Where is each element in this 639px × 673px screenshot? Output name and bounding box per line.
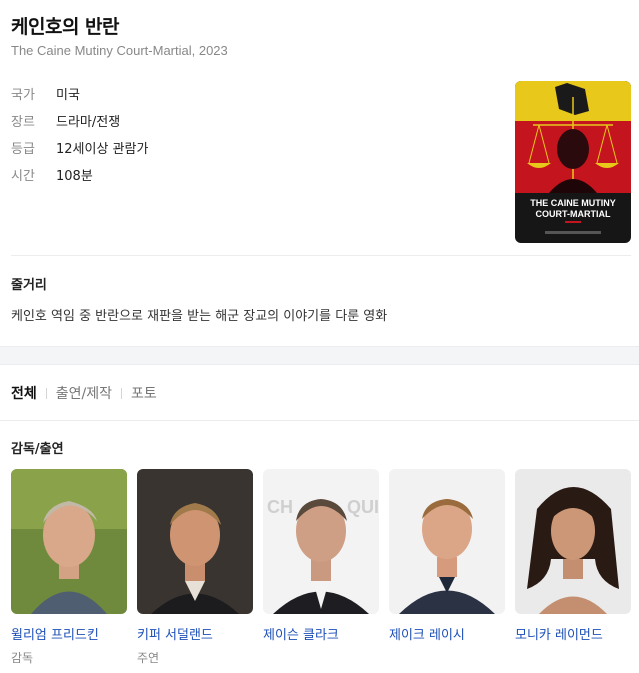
info-key: 국가 — [11, 88, 35, 103]
cast-list: 윌리엄 프리드킨 감독 키퍼 서덜랜드 주연 CH QUI 제이슨 클라크 제이… — [11, 469, 631, 666]
person-name[interactable]: 키퍼 서덜랜드 — [137, 624, 253, 643]
synopsis-heading: 줄거리 — [11, 278, 47, 293]
info-value: 108분 — [56, 169, 93, 184]
person-photo[interactable] — [515, 469, 631, 614]
tab-all[interactable]: 전체 — [11, 383, 37, 403]
person-name[interactable]: 제이슨 클라크 — [263, 624, 379, 643]
info-row-runtime: 시간 108분 — [11, 161, 148, 188]
section-band — [0, 346, 639, 365]
cast-card[interactable]: 모니카 레이먼드 — [515, 469, 631, 666]
person-name[interactable]: 모니카 레이먼드 — [515, 624, 631, 643]
svg-text:CH: CH — [267, 497, 293, 517]
info-key: 시간 — [11, 169, 35, 184]
poster-title-line1: THE CAINE MUTINY — [530, 198, 616, 208]
synopsis-text: 케인호 역임 중 반란으로 재판을 받는 해군 장교의 이야기를 다룬 영화 — [11, 309, 388, 324]
cast-card[interactable]: 제이크 레이시 — [389, 469, 505, 666]
person-name[interactable]: 윌리엄 프리드킨 — [11, 624, 127, 643]
svg-text:QUI: QUI — [347, 497, 379, 517]
tab-photos[interactable]: 포토 — [131, 383, 157, 403]
tab-separator — [121, 387, 123, 399]
info-row-rating: 등급 12세이상 관람가 — [11, 134, 148, 161]
person-photo[interactable] — [11, 469, 127, 614]
tab-bar: 전체 출연/제작 포토 — [11, 383, 157, 403]
movie-title: 케인호의 반란 — [11, 16, 120, 38]
info-value: 12세이상 관람가 — [56, 142, 149, 157]
info-key: 장르 — [11, 115, 35, 130]
person-photo[interactable] — [389, 469, 505, 614]
info-row-genre: 장르 드라마/전쟁 — [11, 107, 148, 134]
tab-cast-crew[interactable]: 출연/제작 — [56, 383, 112, 403]
poster-title-line2: COURT-MARTIAL — [536, 209, 611, 219]
section-divider — [11, 255, 631, 256]
info-row-country: 국가 미국 — [11, 80, 148, 107]
person-photo[interactable] — [137, 469, 253, 614]
movie-poster[interactable]: THE CAINE MUTINY COURT-MARTIAL — [515, 81, 631, 243]
tab-divider — [0, 420, 639, 421]
info-value: 미국 — [56, 88, 80, 103]
cast-card[interactable]: 윌리엄 프리드킨 감독 — [11, 469, 127, 666]
movie-subtitle: The Caine Mutiny Court-Martial, 2023 — [11, 43, 228, 58]
person-role: 감독 — [11, 651, 34, 665]
person-photo[interactable]: CH QUI — [263, 469, 379, 614]
cast-card[interactable]: 키퍼 서덜랜드 주연 — [137, 469, 253, 666]
cast-heading: 감독/출연 — [11, 442, 64, 457]
movie-info-list: 국가 미국 장르 드라마/전쟁 등급 12세이상 관람가 시간 108분 — [11, 80, 148, 188]
tab-separator — [45, 387, 47, 399]
info-key: 등급 — [11, 142, 35, 157]
person-name[interactable]: 제이크 레이시 — [389, 624, 505, 643]
info-value: 드라마/전쟁 — [56, 115, 121, 130]
cast-card[interactable]: CH QUI 제이슨 클라크 — [263, 469, 379, 666]
person-role: 주연 — [137, 651, 160, 665]
